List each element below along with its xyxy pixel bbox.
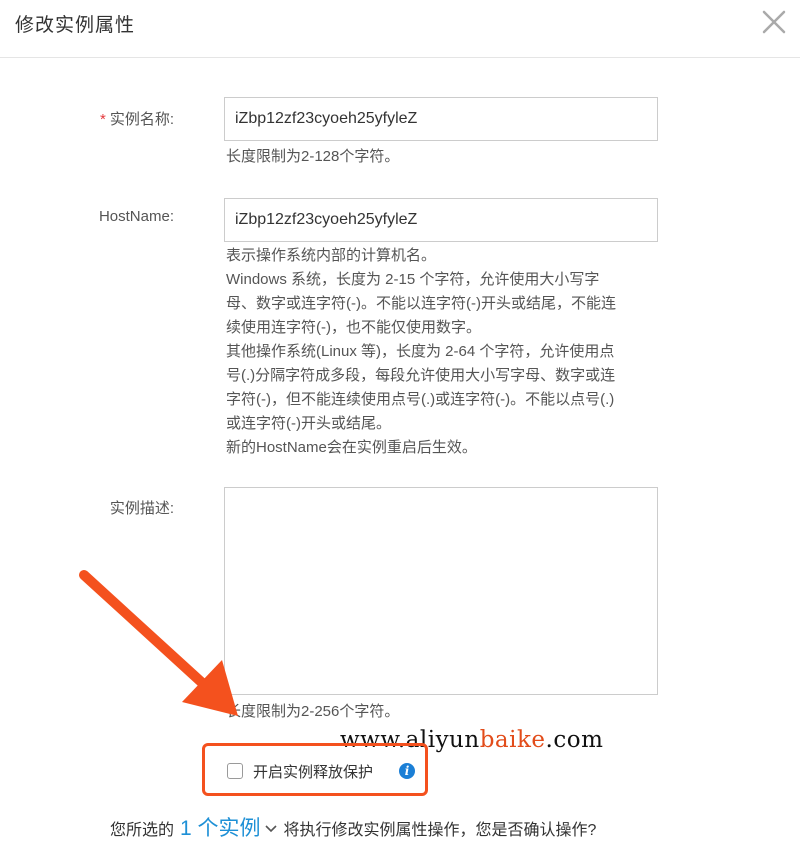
hostname-help-line: 字符(-)，但不能连续使用点号(.)或连字符(-)。不能以点号(.) (226, 391, 615, 408)
required-mark: * (99, 111, 106, 128)
hostname-help-line: Windows 系统，长度为 2-15 个字符，允许使用大小写字 (226, 271, 600, 288)
instance-name-label: * 实例名称: (34, 108, 174, 129)
hostname-help-line: 其他操作系统(Linux 等)，长度为 2-64 个字符，允许使用点 (226, 343, 615, 360)
info-icon[interactable]: i (399, 763, 415, 779)
release-protection-label[interactable]: 开启实例释放保护 (253, 761, 373, 782)
description-help: 长度限制为2-256个字符。 (226, 703, 400, 720)
close-button[interactable] (760, 8, 788, 36)
instance-name-label-text: 实例名称: (109, 111, 174, 128)
hostname-help-line: 母、数字或连字符(-)。不能以连字符(-)开头或结尾，不能连 (226, 295, 616, 312)
hostname-help-line: 或连字符(-)开头或结尾。 (226, 415, 391, 432)
close-icon[interactable] (760, 8, 788, 36)
watermark-accent: baike (479, 727, 546, 753)
confirm-suffix: 将执行修改实例属性操作，您是否确认操作? (283, 822, 597, 839)
dialog-header: 修改实例属性 (0, 0, 800, 58)
description-textarea[interactable] (224, 487, 658, 695)
hostname-label: HostName: (98, 208, 174, 225)
confirm-prefix: 您所选的 (110, 822, 175, 839)
dialog-title: 修改实例属性 (15, 15, 136, 36)
hostname-help-line: 新的HostName会在实例重启后生效。 (226, 439, 477, 456)
hostname-help-line: 号(.)分隔字符成多段，每段允许使用大小写字母、数字或连 (226, 367, 616, 384)
hostname-help-line: 续使用连字符(-)，也不能仅使用数字。 (226, 319, 481, 336)
hostname-input[interactable] (224, 198, 658, 242)
release-protection-highlight: 开启实例释放保护 i (202, 743, 428, 796)
hostname-help: 表示操作系统内部的计算机名。 Windows 系统，长度为 2-15 个字符，允… (226, 244, 666, 460)
hostname-help-line: 表示操作系统内部的计算机名。 (226, 247, 437, 264)
chevron-down-icon[interactable] (264, 824, 278, 834)
selected-instances-link[interactable]: 1 个实例 (180, 817, 261, 840)
confirm-row: 您所选的 1 个实例 将执行修改实例属性操作，您是否确认操作? (110, 812, 596, 842)
instance-name-help: 长度限制为2-128个字符。 (226, 148, 400, 165)
watermark-suffix: .com (545, 727, 604, 753)
release-protection-checkbox[interactable] (227, 763, 243, 779)
instance-name-input[interactable] (224, 97, 658, 141)
description-label: 实例描述: (109, 500, 174, 517)
